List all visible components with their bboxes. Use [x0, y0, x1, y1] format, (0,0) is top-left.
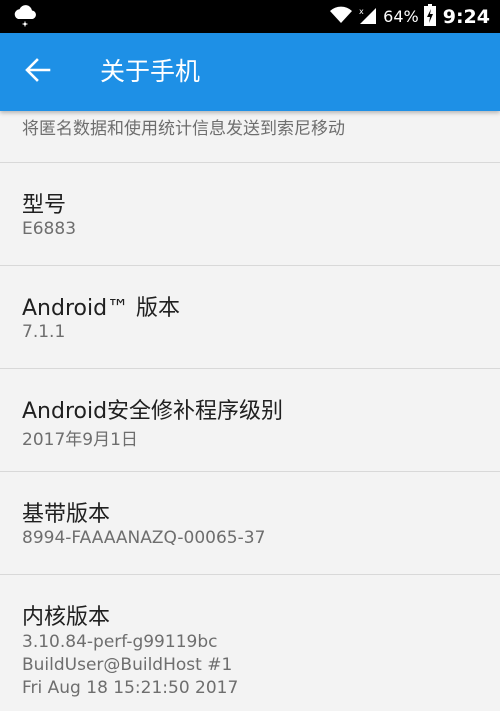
kernel-line: BuildUser@BuildHost #1: [22, 655, 233, 675]
list-item-model[interactable]: 型号 E6883: [0, 163, 500, 266]
battery-charging-icon: [423, 3, 436, 30]
wifi-icon: [329, 5, 353, 29]
weather-cloud-icon: [12, 4, 40, 30]
list-item-android-version[interactable]: Android™ 版本 7.1.1: [0, 266, 500, 369]
list-item-usage-stats[interactable]: 将匿名数据和使用统计信息发送到索尼移动: [0, 111, 500, 163]
model-title: 型号: [22, 193, 67, 218]
list-item-baseband[interactable]: 基带版本 8994-FAAAANAZQ-00065-37: [0, 472, 500, 575]
android-version-title: Android™ 版本: [22, 296, 181, 321]
security-patch-title: Android安全修补程序级别: [22, 399, 284, 424]
kernel-line: Fri Aug 18 15:21:50 2017: [22, 678, 239, 698]
list-item-kernel[interactable]: 内核版本 3.10.84-perf-g99119bc BuildUser@Bui…: [0, 575, 500, 711]
page-title: 关于手机: [100, 57, 201, 86]
status-bar: x 64% 9:24: [0, 0, 500, 33]
settings-list[interactable]: 将匿名数据和使用统计信息发送到索尼移动 型号 E6883 Android™ 版本…: [0, 111, 500, 711]
arrow-left-icon: [25, 57, 51, 87]
app-bar: 关于手机: [0, 33, 500, 111]
battery-percent: 64%: [383, 7, 419, 26]
usage-stats-summary: 将匿名数据和使用统计信息发送到索尼移动: [22, 119, 345, 139]
baseband-value: 8994-FAAAANAZQ-00065-37: [22, 528, 266, 548]
model-value: E6883: [22, 219, 77, 239]
back-button[interactable]: [18, 52, 58, 92]
status-icons: x 64% 9:24: [329, 0, 490, 33]
kernel-line: 3.10.84-perf-g99119bc: [22, 632, 218, 652]
kernel-title: 内核版本: [22, 605, 111, 630]
signal-icon: x: [358, 5, 378, 29]
android-version-value: 7.1.1: [22, 322, 66, 342]
kernel-value: 3.10.84-perf-g99119bc BuildUser@BuildHos…: [22, 631, 238, 700]
list-item-security-patch[interactable]: Android安全修补程序级别 2017年9月1日: [0, 369, 500, 472]
security-patch-value: 2017年9月1日: [22, 430, 138, 450]
baseband-title: 基带版本: [22, 502, 111, 527]
svg-text:x: x: [359, 7, 364, 16]
clock: 9:24: [442, 5, 490, 28]
